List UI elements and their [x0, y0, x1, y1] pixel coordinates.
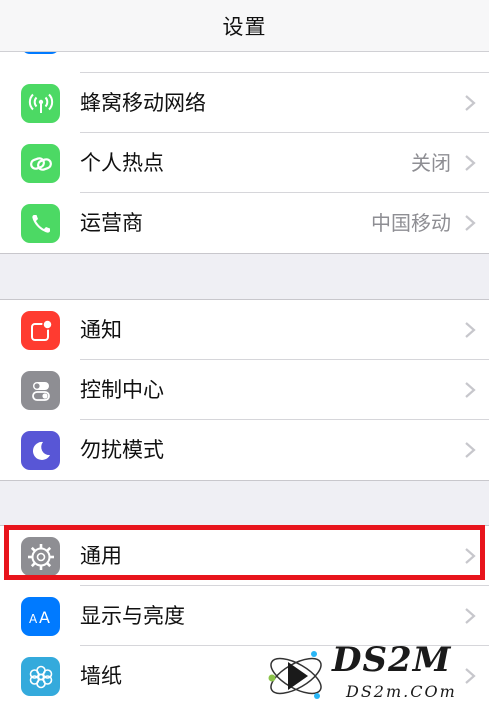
chevron-right-icon [465, 155, 476, 171]
row-general[interactable]: 通用 [0, 526, 489, 586]
svg-text:A: A [29, 612, 38, 626]
row-do-not-disturb[interactable]: 勿扰模式 [0, 420, 489, 480]
watermark-logo-text: DS2M [332, 640, 452, 680]
row-label: 通用 [80, 544, 122, 568]
row-label: 个人热点 [80, 151, 164, 175]
navigation-bar: 设置 [0, 0, 489, 52]
phone-icon [21, 204, 60, 243]
chevron-right-icon [465, 548, 476, 564]
page-title: 设置 [222, 14, 267, 39]
row-notifications[interactable]: 通知 [0, 300, 489, 360]
svg-text:A: A [39, 608, 50, 627]
row-label: 控制中心 [80, 378, 164, 402]
wallpaper-flower-icon [21, 657, 60, 696]
row-carrier[interactable]: 运营商 中国移动 [0, 193, 489, 253]
watermark-url-text: DS2m.COm [346, 682, 457, 701]
control-center-icon [21, 371, 60, 410]
hotspot-chain-icon [21, 144, 60, 183]
chevron-right-icon [465, 322, 476, 338]
settings-group-network: 蜂窝移动网络 个人热点 关闭 运营商 中国移动 [0, 28, 489, 254]
watermark: DS2M DS2m.COm [262, 640, 482, 706]
row-value: 中国移动 [371, 211, 451, 235]
notification-icon [21, 311, 60, 350]
row-label: 显示与亮度 [80, 604, 185, 628]
row-label: 墙纸 [80, 664, 122, 688]
chevron-right-icon [465, 215, 476, 231]
row-label: 运营商 [80, 211, 143, 235]
watermark-logo-icon [268, 651, 322, 699]
chevron-right-icon [465, 382, 476, 398]
chevron-right-icon [465, 608, 476, 624]
settings-group-system: 通知 控制中心 勿扰模式 [0, 299, 489, 481]
row-cellular[interactable]: 蜂窝移动网络 [0, 73, 489, 133]
moon-icon [21, 431, 60, 470]
row-personal-hotspot[interactable]: 个人热点 关闭 [0, 133, 489, 193]
row-display-brightness[interactable]: A A 显示与亮度 [0, 586, 489, 646]
row-label: 勿扰模式 [80, 438, 164, 462]
row-control-center[interactable]: 控制中心 [0, 360, 489, 420]
row-value: 关闭 [411, 151, 451, 175]
row-label: 蜂窝移动网络 [80, 91, 206, 115]
row-label: 通知 [80, 318, 122, 342]
display-aa-icon: A A [21, 597, 60, 636]
antenna-icon [21, 84, 60, 123]
chevron-right-icon [465, 95, 476, 111]
gear-icon [21, 537, 60, 576]
chevron-right-icon [465, 442, 476, 458]
